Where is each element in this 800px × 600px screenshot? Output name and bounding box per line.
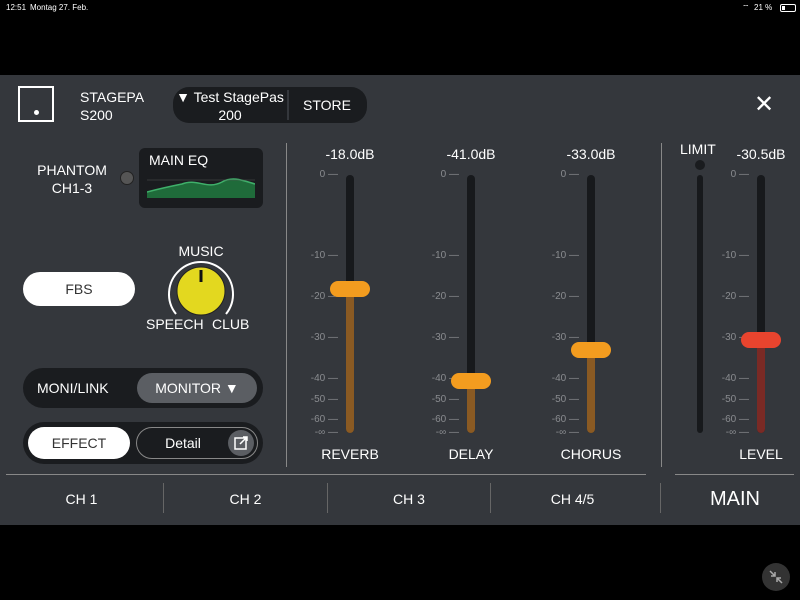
- fbs-label: FBS: [65, 281, 93, 297]
- eq-curve-graph: [147, 178, 255, 198]
- scale-tick-label: -∞ —: [435, 427, 459, 438]
- scale-tick-label: -60 —: [310, 414, 338, 425]
- scale-tick-label: -50 —: [551, 394, 579, 405]
- scale-tick-label: -50 —: [431, 394, 459, 405]
- section-divider: [661, 143, 662, 467]
- close-icon[interactable]: ✕: [750, 90, 778, 119]
- scale-tick-label: 0 —: [440, 169, 459, 180]
- store-button[interactable]: STORE: [291, 97, 363, 113]
- scale-tick-label: -30 —: [431, 332, 459, 343]
- device-icon[interactable]: [18, 86, 54, 122]
- detail-label: Detail: [165, 435, 201, 451]
- preset-selector[interactable]: ▼ Test StagePas 200: [173, 87, 287, 123]
- preset-name: ▼ Test StagePas: [176, 89, 284, 105]
- fader-handle[interactable]: [741, 332, 781, 349]
- tab-ch1[interactable]: CH 1: [0, 475, 163, 523]
- phantom-channels: CH1-3: [51, 180, 93, 196]
- scale-tick-label: -20 —: [721, 291, 749, 302]
- scale-tick-label: 0 —: [730, 169, 749, 180]
- fader-handle[interactable]: [451, 373, 491, 390]
- scale-tick-label: -60 —: [551, 414, 579, 425]
- fader-name-label: REVERB: [321, 446, 379, 462]
- tab-divider: [660, 483, 661, 513]
- tab-main[interactable]: MAIN: [676, 475, 794, 523]
- battery-icon: [780, 4, 796, 12]
- phantom-led[interactable]: [120, 171, 134, 185]
- wifi-icon: ⌔: [742, 3, 750, 12]
- scale-tick-label: 0 —: [319, 169, 338, 180]
- scale-tick-label: -10 —: [431, 250, 459, 261]
- fader-track[interactable]: [330, 175, 370, 433]
- limit-led: [695, 160, 705, 170]
- scale-tick-label: -40 —: [721, 373, 749, 384]
- main-eq-label: MAIN EQ: [149, 152, 209, 168]
- voice-mode-knob[interactable]: [164, 254, 238, 328]
- fader-fill: [346, 288, 354, 433]
- scale-tick-label: -10 —: [310, 250, 338, 261]
- scale-tick-label: -40 —: [551, 373, 579, 384]
- knob-dial-icon: [168, 261, 234, 316]
- fader-name-label: DELAY: [448, 446, 494, 462]
- scale-tick-label: -60 —: [431, 414, 459, 425]
- device-name: STAGEPA: [80, 89, 145, 105]
- main-eq-button[interactable]: MAIN EQ: [139, 148, 263, 208]
- fbs-button[interactable]: FBS: [23, 272, 135, 306]
- monitor-dropdown[interactable]: MONITOR ▼: [137, 373, 257, 403]
- scale-tick-label: -40 —: [310, 373, 338, 384]
- device-model: S200: [80, 107, 113, 123]
- scale-tick-label: -20 —: [551, 291, 579, 302]
- scale-tick-label: -20 —: [431, 291, 459, 302]
- fader-fill: [757, 340, 765, 433]
- fader-track[interactable]: [451, 175, 491, 433]
- fader-value-label: -30.5dB: [736, 146, 786, 162]
- scale-tick-label: -10 —: [721, 250, 749, 261]
- minimize-icon[interactable]: [762, 563, 790, 591]
- scale-tick-label: -∞ —: [555, 427, 579, 438]
- scale-tick-label: 0 —: [560, 169, 579, 180]
- scale-tick-label: -30 —: [310, 332, 338, 343]
- scale-tick-label: -50 —: [721, 394, 749, 405]
- fader-handle[interactable]: [571, 342, 611, 359]
- status-time: 12:51: [6, 3, 27, 12]
- moni-link-bar: MONI/LINK MONITOR ▼: [23, 368, 263, 408]
- tab-ch45[interactable]: CH 4/5: [491, 475, 654, 523]
- fader-value-label: -41.0dB: [446, 146, 496, 162]
- effect-label: EFFECT: [51, 435, 107, 451]
- battery-label: 21 %: [754, 3, 773, 12]
- external-link-icon: [228, 430, 254, 456]
- scale-tick-label: -∞ —: [314, 427, 338, 438]
- fader-value-label: -33.0dB: [566, 146, 616, 162]
- fader-name-label: LEVEL: [739, 446, 783, 462]
- phantom-label: PHANTOM: [37, 162, 107, 178]
- tab-ch2[interactable]: CH 2: [164, 475, 327, 523]
- effect-bar: EFFECT Detail: [23, 422, 263, 464]
- fader-track[interactable]: [741, 175, 781, 433]
- fader-track[interactable]: [571, 175, 611, 433]
- tab-ch3[interactable]: CH 3: [328, 475, 490, 523]
- moni-link-label: MONI/LINK: [37, 380, 109, 396]
- effect-button[interactable]: EFFECT: [28, 427, 130, 459]
- scale-tick-label: -∞ —: [725, 427, 749, 438]
- monitor-label: MONITOR ▼: [155, 380, 239, 396]
- fader-handle[interactable]: [330, 280, 370, 297]
- scale-tick-label: -60 —: [721, 414, 749, 425]
- scale-tick-label: -50 —: [310, 394, 338, 405]
- fader-name-label: CHORUS: [560, 446, 622, 462]
- preset-number: 200: [218, 107, 242, 123]
- detail-button[interactable]: Detail: [136, 427, 258, 459]
- scale-tick-label: -10 —: [551, 250, 579, 261]
- fader-value-label: -18.0dB: [325, 146, 375, 162]
- fader-fill: [587, 350, 595, 433]
- section-divider: [286, 143, 287, 467]
- preset-divider: [287, 90, 289, 120]
- limit-meter: [697, 175, 703, 433]
- status-date: Montag 27. Feb.: [30, 3, 89, 12]
- scale-tick-label: -30 —: [551, 332, 579, 343]
